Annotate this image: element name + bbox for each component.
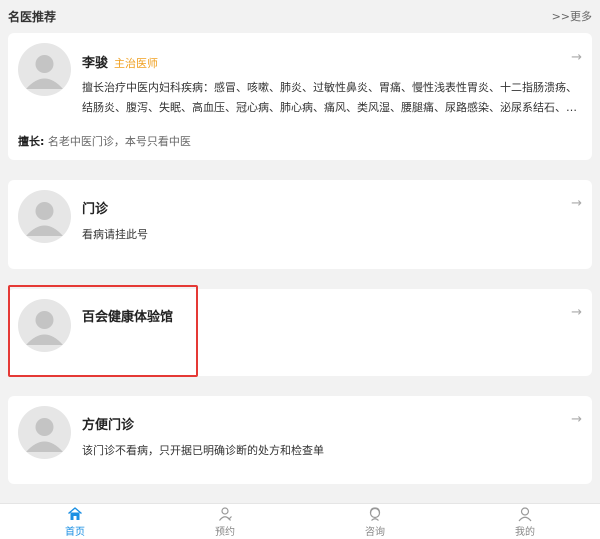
more-link[interactable]: >>更多 bbox=[552, 8, 592, 24]
avatar bbox=[18, 43, 71, 96]
arrow-right-icon: → bbox=[571, 196, 582, 211]
doctor-card-li-jun[interactable]: 李骏 主治医师 → 擅长治疗中医内妇科疾病：感冒、咳嗽、肺炎、过敏性鼻炎、胃痛、慢… bbox=[8, 33, 592, 160]
doctor-description: 擅长治疗中医内妇科疾病：感冒、咳嗽、肺炎、过敏性鼻炎、胃痛、慢性浅表性胃炎、十二… bbox=[82, 81, 577, 114]
doctor-name: 李骏 主治医师 bbox=[82, 52, 158, 71]
avatar-placeholder-icon bbox=[26, 418, 63, 452]
tab-label: 预约 bbox=[215, 526, 235, 538]
specialty-value: 名老中医门诊，本号只看中医 bbox=[47, 135, 191, 148]
tab-label: 我的 bbox=[515, 526, 535, 538]
tab-appointment[interactable]: 预约 bbox=[150, 504, 300, 539]
arrow-right-icon: → bbox=[571, 412, 582, 427]
bottom-tabbar: 首页 预约 咨询 我的 bbox=[0, 503, 600, 539]
tab-label: 咨询 bbox=[365, 526, 385, 538]
avatar bbox=[18, 299, 71, 352]
clinic-description: 该门诊不看病，只开据已明确诊断的处方和检查单 bbox=[82, 444, 324, 457]
clinic-name: 方便门诊 bbox=[82, 418, 135, 433]
consult-icon bbox=[369, 506, 381, 521]
specialty-label: 擅长: bbox=[18, 135, 45, 148]
user-icon bbox=[518, 506, 532, 521]
avatar bbox=[18, 406, 71, 459]
arrow-right-icon: → bbox=[571, 50, 582, 65]
avatar-placeholder-icon bbox=[26, 202, 63, 236]
tab-label: 首页 bbox=[65, 526, 85, 538]
section-header: 名医推荐 >>更多 bbox=[0, 0, 600, 32]
home-icon bbox=[68, 506, 82, 520]
tab-home[interactable]: 首页 bbox=[0, 504, 150, 539]
tab-mine[interactable]: 我的 bbox=[450, 504, 600, 539]
doctor-title: 主治医师 bbox=[114, 57, 159, 70]
clinic-card-baihui[interactable]: 百会健康体验馆 → bbox=[8, 289, 592, 376]
avatar bbox=[18, 190, 71, 243]
tab-consult[interactable]: 咨询 bbox=[300, 504, 450, 539]
clinic-name: 门诊 bbox=[82, 202, 109, 217]
appointment-icon bbox=[219, 506, 232, 521]
arrow-right-icon: → bbox=[571, 305, 582, 320]
clinic-name: 百会健康体验馆 bbox=[82, 310, 174, 325]
avatar-placeholder-icon bbox=[26, 55, 63, 89]
clinic-description: 看病请挂此号 bbox=[82, 228, 148, 241]
specialty: 擅长: 名老中医门诊，本号只看中医 bbox=[18, 133, 191, 149]
avatar-placeholder-icon bbox=[26, 311, 63, 345]
clinic-card-convenience[interactable]: 方便门诊 → 该门诊不看病，只开据已明确诊断的处方和检查单 bbox=[8, 396, 592, 484]
doctor-name-text: 李骏 bbox=[82, 56, 109, 71]
clinic-card-outpatient[interactable]: 门诊 → 看病请挂此号 bbox=[8, 180, 592, 269]
section-title: 名医推荐 bbox=[8, 9, 57, 24]
